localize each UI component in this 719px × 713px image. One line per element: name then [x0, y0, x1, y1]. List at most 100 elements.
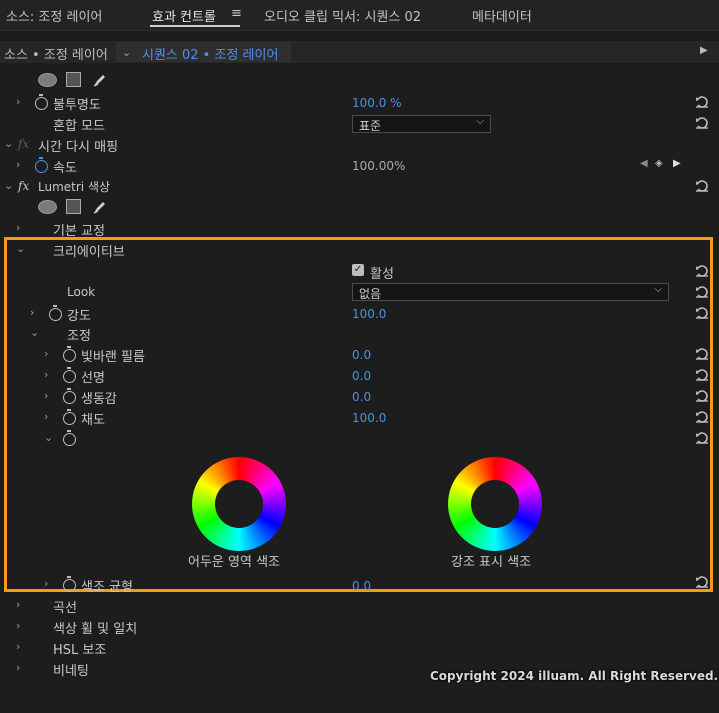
- source-bar: 소스 • 조정 레이어 ⌄ 시퀀스 02 • 조정 레이어 ▶: [0, 41, 719, 63]
- chevron-right-icon[interactable]: ›: [16, 598, 20, 611]
- hsl-row[interactable]: › HSL 보조: [0, 637, 719, 658]
- chevron-right-icon[interactable]: ›: [44, 577, 48, 590]
- panel-menu-icon[interactable]: ≡: [231, 6, 242, 21]
- pen-mask-icon[interactable]: [92, 72, 108, 88]
- look-row: Look 없음 ⌵: [0, 282, 719, 303]
- chevron-right-icon[interactable]: ›: [44, 347, 48, 360]
- tab-effect-controls[interactable]: 효과 컨트롤: [152, 6, 216, 25]
- reset-icon[interactable]: [695, 179, 709, 193]
- blend-mode-dropdown[interactable]: 표준 ⌵: [352, 115, 491, 133]
- reset-icon[interactable]: [695, 410, 709, 424]
- stopwatch-icon[interactable]: [63, 576, 76, 592]
- tab-metadata[interactable]: 메타데이터: [472, 6, 532, 25]
- speed-value[interactable]: 100.00%: [352, 159, 405, 173]
- rectangle-mask-icon[interactable]: [66, 72, 81, 87]
- previous-keyframe-icon[interactable]: ◀: [640, 158, 648, 169]
- stopwatch-icon[interactable]: [35, 94, 48, 110]
- param-row: › 채도 100.0: [0, 407, 719, 428]
- param-row: › 생동감 0.0: [0, 386, 719, 407]
- chevron-right-icon[interactable]: ›: [44, 368, 48, 381]
- intensity-value[interactable]: 100.0: [352, 307, 386, 321]
- reset-icon[interactable]: [695, 389, 709, 403]
- stopwatch-icon[interactable]: [63, 430, 76, 446]
- reset-icon[interactable]: [695, 116, 709, 130]
- faded-film-label: 빛바랜 필름: [81, 350, 145, 365]
- ellipse-mask-icon[interactable]: [38, 200, 57, 214]
- reset-icon[interactable]: [695, 285, 709, 299]
- opacity-row: › 불투명도 100.0 %: [0, 92, 719, 113]
- stopwatch-icon[interactable]: [49, 305, 62, 321]
- param-row: › 빛바랜 필름 0.0: [0, 344, 719, 365]
- chevron-down-icon: ⌵: [476, 116, 484, 127]
- stopwatch-icon[interactable]: [63, 346, 76, 362]
- adjust-row[interactable]: ⌄ 조정: [0, 323, 719, 344]
- look-dropdown[interactable]: 없음 ⌵: [352, 283, 669, 301]
- creative-row[interactable]: ⌄ 크리에이티브: [0, 239, 719, 260]
- chevron-right-icon[interactable]: ›: [44, 410, 48, 423]
- reset-icon[interactable]: [695, 264, 709, 278]
- source-clip-label[interactable]: 소스 • 조정 레이어: [4, 44, 108, 63]
- reset-icon[interactable]: [695, 431, 709, 445]
- highlight-tint-wheel[interactable]: [448, 457, 542, 551]
- faded-film-value[interactable]: 0.0: [352, 348, 371, 362]
- active-row: ✓ 활성: [0, 261, 719, 282]
- chevron-right-icon[interactable]: ›: [16, 158, 20, 171]
- lumetri-label: Lumetri 색상: [38, 180, 111, 194]
- hue-wheels-row[interactable]: › 색상 휠 및 일치: [0, 616, 719, 637]
- basic-correction-row[interactable]: › 기본 교정: [0, 218, 719, 239]
- shadow-tint-wheel[interactable]: [192, 457, 286, 551]
- chevron-right-icon[interactable]: ›: [16, 221, 20, 234]
- saturation-value[interactable]: 100.0: [352, 411, 386, 425]
- chevron-right-icon[interactable]: ›: [30, 306, 34, 319]
- chevron-down-icon[interactable]: ⌄: [44, 431, 53, 444]
- chevron-down-icon[interactable]: ⌄: [122, 46, 131, 59]
- tab-audio-clip-mixer[interactable]: 오디오 클립 믹서: 시퀀스 02: [264, 6, 421, 25]
- play-triangle-icon[interactable]: ▶: [700, 45, 708, 56]
- fx-icon[interactable]: fx: [18, 179, 29, 193]
- fx-icon: fx: [18, 137, 30, 151]
- next-keyframe-icon[interactable]: ▶: [673, 158, 681, 169]
- reset-icon[interactable]: [695, 347, 709, 361]
- speed-row: › 속도 100.00% ◀ ◈ ▶: [0, 155, 719, 176]
- vibrance-label: 생동감: [81, 392, 117, 407]
- rectangle-mask-icon[interactable]: [66, 199, 81, 214]
- stopwatch-icon[interactable]: [63, 367, 76, 383]
- chevron-right-icon[interactable]: ›: [44, 389, 48, 402]
- chevron-right-icon[interactable]: ›: [16, 661, 20, 674]
- chevron-right-icon[interactable]: ›: [16, 95, 20, 108]
- chevron-right-icon[interactable]: ›: [16, 640, 20, 653]
- add-keyframe-icon[interactable]: ◈: [655, 158, 663, 169]
- vibrance-value[interactable]: 0.0: [352, 390, 371, 404]
- pen-mask-icon[interactable]: [92, 199, 108, 215]
- stopwatch-icon[interactable]: [63, 409, 76, 425]
- time-remap-label: 시간 다시 매핑: [38, 140, 119, 155]
- chevron-down-icon[interactable]: ⌄: [4, 137, 13, 150]
- lumetri-mask-tools: [0, 197, 719, 218]
- reset-icon[interactable]: [695, 368, 709, 382]
- chevron-down-icon[interactable]: ⌄: [30, 326, 39, 339]
- ellipse-mask-icon[interactable]: [38, 73, 57, 87]
- chevron-down-icon[interactable]: ⌄: [4, 179, 13, 192]
- opacity-label: 불투명도: [53, 98, 101, 113]
- sequence-clip-label[interactable]: 시퀀스 02 • 조정 레이어: [142, 44, 278, 63]
- curves-label: 곡선: [53, 601, 77, 616]
- chevron-down-icon: ⌵: [654, 284, 662, 295]
- sharpen-value[interactable]: 0.0: [352, 369, 371, 383]
- blend-mode-row: 혼합 모드 표준 ⌵: [0, 113, 719, 134]
- highlight-tint-label: 강조 표시 색조: [451, 555, 532, 570]
- tint-balance-value[interactable]: 0.0: [352, 579, 371, 593]
- reset-icon[interactable]: [695, 575, 709, 589]
- hsl-secondary-label: HSL 보조: [53, 643, 107, 658]
- active-checkbox[interactable]: ✓: [352, 264, 364, 276]
- opacity-value[interactable]: 100.0 %: [352, 96, 402, 110]
- chevron-down-icon[interactable]: ⌄: [16, 242, 25, 255]
- stopwatch-icon[interactable]: [35, 157, 48, 173]
- chevron-right-icon[interactable]: ›: [16, 619, 20, 632]
- shadow-tint-label: 어두운 영역 색조: [188, 555, 280, 570]
- panel-tab-bar: 소스: 조정 레이어 효과 컨트롤 ≡ 오디오 클립 믹서: 시퀀스 02 메타…: [0, 0, 719, 31]
- stopwatch-icon[interactable]: [63, 388, 76, 404]
- tab-source[interactable]: 소스: 조정 레이어: [6, 6, 102, 25]
- reset-icon[interactable]: [695, 306, 709, 320]
- curves-row[interactable]: › 곡선: [0, 595, 719, 616]
- reset-icon[interactable]: [695, 95, 709, 109]
